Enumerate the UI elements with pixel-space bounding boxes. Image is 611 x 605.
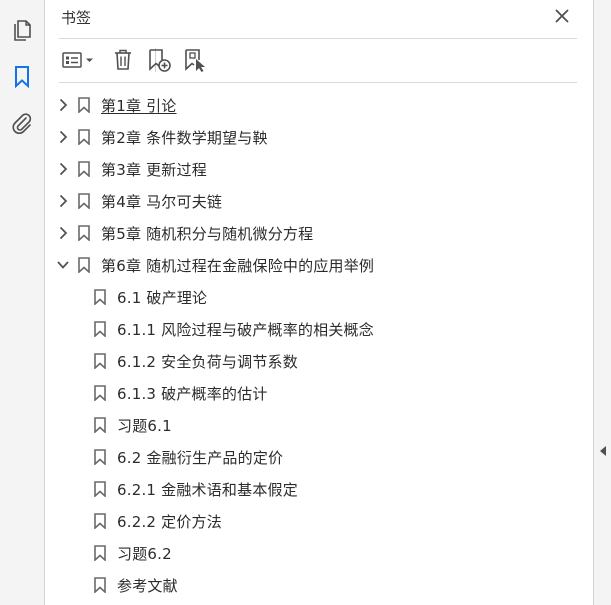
bookmark-label: 6.1.3 破产概率的估计 [117,384,268,403]
bookmark-label: 参考文献 [117,576,178,595]
bookmark-icon [94,449,106,466]
bookmark-item[interactable]: 第3章 更新过程 [45,153,593,185]
bookmark-item[interactable]: 参考文献 [45,569,593,601]
bookmark-item[interactable]: 6.1.1 风险过程与破产概率的相关概念 [45,313,593,345]
bookmark-icon [94,321,106,338]
bookmark-item[interactable]: 6.1.2 安全负荷与调节系数 [45,345,593,377]
chevron-down-icon[interactable] [57,258,69,272]
new-bookmark-icon[interactable] [145,46,173,74]
right-panel-bar [593,0,611,605]
bookmark-icon [78,161,90,178]
bookmark-label: 6.2.1 金融术语和基本假定 [117,480,298,499]
bookmarks-toolbar [59,44,577,78]
left-navigation-bar [0,0,45,605]
close-icon[interactable] [553,7,571,25]
divider [59,38,577,39]
chevron-right-icon[interactable] [57,130,69,144]
bookmark-item[interactable]: 第2章 条件数学期望与鞅 [45,121,593,153]
bookmark-label: 第6章 随机过程在金融保险中的应用举例 [101,256,375,275]
bookmark-icon [78,129,90,146]
bookmark-label: 第5章 随机积分与随机微分方程 [101,224,314,243]
divider [59,82,577,83]
bookmark-icon [78,97,90,114]
bookmark-icon [78,257,90,274]
bookmark-icon [94,481,106,498]
bookmark-item[interactable]: 第4章 马尔可夫链 [45,185,593,217]
bookmark-label: 第4章 马尔可夫链 [101,192,223,211]
bookmark-label: 第3章 更新过程 [101,160,207,179]
bookmark-icon [94,289,106,306]
bookmark-item[interactable]: 习题6.2 [45,537,593,569]
bookmark-icon [94,513,106,530]
collapse-arrow-icon[interactable] [598,444,608,458]
delete-bookmark-icon[interactable] [111,46,135,74]
bookmark-label: 6.2 金融衍生产品的定价 [117,448,284,467]
bookmark-icon [78,193,90,210]
bookmark-item[interactable]: 习题6.1 [45,409,593,441]
bookmark-icon [94,577,106,594]
bookmark-item[interactable]: 第5章 随机积分与随机微分方程 [45,217,593,249]
bookmark-label: 习题6.2 [117,544,172,563]
chevron-right-icon[interactable] [57,98,69,112]
bookmark-label: 第2章 条件数学期望与鞅 [101,128,268,147]
chevron-right-icon[interactable] [57,162,69,176]
options-menu-icon[interactable] [59,46,99,74]
chevron-right-icon[interactable] [57,226,69,240]
pages-icon[interactable] [8,17,36,45]
bookmark-label: 第1章 引论 [101,96,177,115]
bookmark-item[interactable]: 第6章 随机过程在金融保险中的应用举例 [45,249,593,281]
bookmarks-panel: 书签 第1章 引论第2章 条件数学期望与鞅 第3章 更新过程 第4章 马尔可夫链第5… [45,0,593,605]
bookmark-label: 6.1.1 风险过程与破产概率的相关概念 [117,320,374,339]
bookmark-icon [94,545,106,562]
bookmark-label: 6.1 破产理论 [117,288,208,307]
bookmark-item[interactable]: 第1章 引论 [45,89,593,121]
bookmark-item[interactable]: 6.2.2 定价方法 [45,505,593,537]
attachment-icon[interactable] [8,109,36,137]
bookmark-label: 6.2.2 定价方法 [117,512,222,531]
bookmark-icon [94,385,106,402]
bookmark-icon [94,417,106,434]
bookmark-icon [94,353,106,370]
new-bookmark-from-structure-icon[interactable] [181,46,209,74]
bookmark-item[interactable]: 6.1.3 破产概率的估计 [45,377,593,409]
panel-title: 书签 [61,9,92,27]
bookmark-label: 6.1.2 安全负荷与调节系数 [117,352,298,371]
bookmark-icon [78,225,90,242]
bookmark-icon[interactable] [8,63,36,91]
bookmark-label: 习题6.1 [117,416,172,435]
bookmark-item[interactable]: 6.2.1 金融术语和基本假定 [45,473,593,505]
bookmark-item[interactable]: 6.2 金融衍生产品的定价 [45,441,593,473]
bookmark-item[interactable]: 6.1 破产理论 [45,281,593,313]
chevron-right-icon[interactable] [57,194,69,208]
